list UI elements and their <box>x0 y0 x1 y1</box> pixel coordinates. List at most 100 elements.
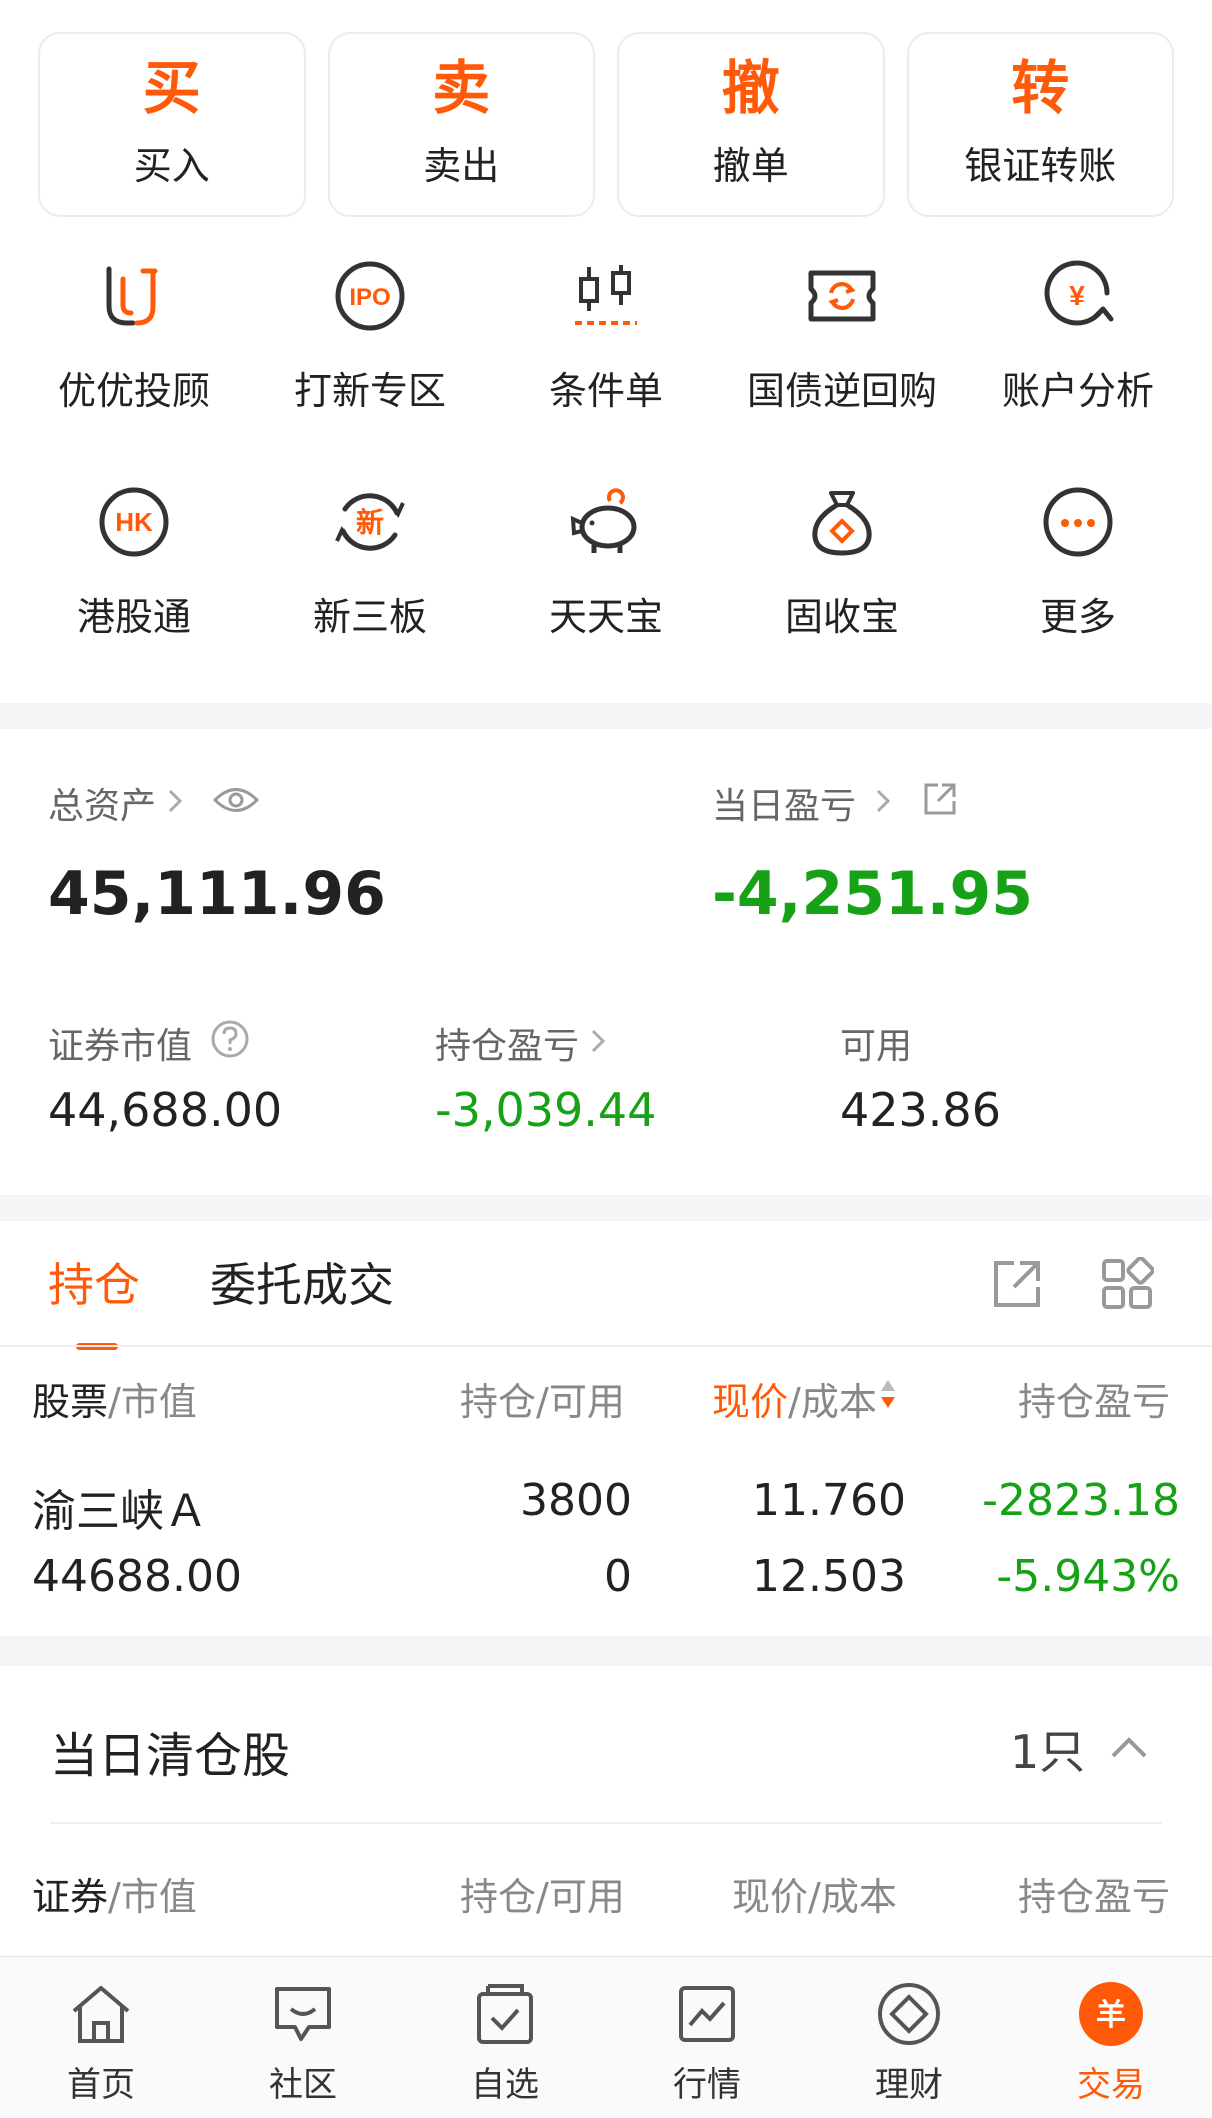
quick-actions-panel: 买 买入 卖 卖出 撤 撤单 转 银证转账 优优投顾 IPO 打新专区 条件单 … <box>0 0 1212 703</box>
nav-community[interactable]: 社区 <box>202 1957 404 2118</box>
nav-watchlist[interactable]: 自选 <box>404 1957 606 2118</box>
feature-tiantianbao[interactable]: 天天宝 <box>488 482 724 641</box>
position-pl-pct: -5.943% <box>996 1551 1180 1602</box>
hk-text: HK <box>115 507 153 537</box>
feature-account-analysis[interactable]: ¥ 账户分析 <box>960 256 1196 415</box>
nav-label: 行情 <box>673 2065 741 2105</box>
nav-trade[interactable]: 羊 交易 <box>1010 1957 1212 2118</box>
nav-home[interactable]: 首页 <box>0 1957 202 2118</box>
cancel-label: 撤单 <box>712 144 789 188</box>
chevron-right-icon <box>589 1023 607 1064</box>
cleared-col-pl-main: 持仓盈亏 <box>1018 1875 1171 1919</box>
cancel-glyph: 撤 <box>721 54 780 122</box>
cleared-today-panel: 当日清仓股 1只 证券/市值 持仓/可用 现价/成本 持仓盈亏 <box>0 1666 1212 1956</box>
col-position-main: 持仓 <box>460 1380 537 1424</box>
position-pl-link[interactable]: 持仓盈亏 <box>435 1017 607 1069</box>
position-pl: -2823.18 <box>982 1475 1180 1526</box>
feature-label: 新三板 <box>312 595 427 639</box>
tab-orders-trades[interactable]: 委托成交 <box>210 1249 394 1315</box>
bottom-nav: 首页 社区 自选 行情 理财 羊 交易 <box>0 1956 1212 2118</box>
feature-ipo[interactable]: IPO 打新专区 <box>252 256 488 415</box>
feature-hk-connect[interactable]: HK 港股通 <box>16 482 252 641</box>
cleared-title: 当日清仓股 <box>50 1728 291 1784</box>
chevron-up-icon <box>1109 1734 1149 1764</box>
total-assets-value: 45,111.96 <box>48 859 386 929</box>
total-assets-label: 总资产 <box>48 786 157 827</box>
nav-market[interactable]: 行情 <box>606 1957 808 2118</box>
available-value: 423.86 <box>840 1083 1001 1137</box>
cleared-divider <box>50 1822 1162 1824</box>
col-position-header: 持仓/可用 <box>460 1371 625 1426</box>
trade-glyph: 羊 <box>1096 1998 1126 2033</box>
bank-transfer-button[interactable]: 转 银证转账 <box>906 32 1174 217</box>
position-pl-label: 持仓盈亏 <box>435 1026 580 1067</box>
wealth-icon <box>874 1979 944 2049</box>
feature-grid-row-2: HK 港股通 新 新三板 天天宝 固收宝 更多 <box>16 482 1196 641</box>
sort-icon <box>879 1376 897 1421</box>
home-icon <box>66 1979 136 2049</box>
share-icon[interactable] <box>920 779 960 828</box>
community-icon <box>268 1979 338 2049</box>
export-icon[interactable] <box>990 1257 1044 1315</box>
available-label: 可用 <box>840 1026 913 1067</box>
buy-label: 买入 <box>133 144 210 188</box>
repo-ticket-icon <box>802 256 882 336</box>
feature-label: 固收宝 <box>784 595 899 639</box>
cleared-col-position-main: 持仓 <box>460 1875 537 1919</box>
feature-label: 条件单 <box>548 369 663 413</box>
daily-pl-link[interactable]: 当日盈亏 <box>712 777 960 829</box>
ipo-icon: IPO <box>330 256 410 336</box>
tab-positions[interactable]: 持仓 <box>48 1249 140 1315</box>
cleared-toggle[interactable]: 1只 <box>1010 1716 1149 1782</box>
feature-gushoubao[interactable]: 固收宝 <box>724 482 960 641</box>
sell-label: 卖出 <box>423 144 500 188</box>
nav-label: 社区 <box>269 2065 337 2105</box>
feature-label: 账户分析 <box>1001 369 1154 413</box>
cleared-col-stock-main: 证券 <box>32 1875 109 1919</box>
cleared-col-stock-sub: /市值 <box>108 1875 197 1919</box>
col-stock-header: 股票/市值 <box>32 1371 197 1426</box>
hk-icon: HK <box>94 482 174 562</box>
feature-label: 更多 <box>1039 595 1116 639</box>
market-value-label: 证券市值 <box>48 1026 193 1067</box>
nav-label: 交易 <box>1077 2065 1145 2105</box>
col-price-header[interactable]: 现价/成本 <box>712 1371 897 1426</box>
u-logo-icon <box>94 256 174 336</box>
cleared-col-stock: 证券/市值 <box>32 1866 197 1921</box>
eye-icon[interactable] <box>212 783 260 824</box>
col-price-main: 现价 <box>712 1380 789 1424</box>
nav-wealth[interactable]: 理财 <box>808 1957 1010 2118</box>
feature-new-third-board[interactable]: 新 新三板 <box>252 482 488 641</box>
feature-label: 优优投顾 <box>57 369 210 413</box>
nav-label: 首页 <box>67 2065 135 2105</box>
feature-more[interactable]: 更多 <box>960 482 1196 641</box>
position-pl-value: -3,039.44 <box>435 1083 657 1137</box>
holdings-panel: 持仓 委托成交 股票/市值 持仓/可用 现价/成本 持仓盈亏 渝三峡Ａ 4468… <box>0 1221 1212 1636</box>
daily-pl-label: 当日盈亏 <box>712 786 857 827</box>
available-qty: 0 <box>604 1551 632 1602</box>
candlestick-icon <box>566 256 646 336</box>
total-assets-link[interactable]: 总资产 <box>48 777 260 829</box>
stock-market-value: 44688.00 <box>32 1551 242 1602</box>
transfer-label: 银证转账 <box>964 144 1117 188</box>
buy-button[interactable]: 买 买入 <box>38 32 306 217</box>
col-stock-sub: /市值 <box>108 1380 197 1424</box>
transfer-glyph: 转 <box>1011 54 1070 122</box>
yuan-analysis-icon: ¥ <box>1038 256 1118 336</box>
feature-grid-row-1: 优优投顾 IPO 打新专区 条件单 国债逆回购 ¥ 账户分析 <box>16 256 1196 415</box>
yuan-text: ¥ <box>1069 280 1085 311</box>
cleared-col-pl: 持仓盈亏 <box>1018 1866 1178 1921</box>
feature-label: 国债逆回购 <box>746 369 937 413</box>
cleared-col-position-sub: /可用 <box>536 1875 625 1919</box>
sell-button[interactable]: 卖 卖出 <box>327 32 595 217</box>
current-price: 11.760 <box>752 1475 906 1526</box>
grid-view-icon[interactable] <box>1100 1256 1155 1315</box>
feature-conditional-order[interactable]: 条件单 <box>488 256 724 415</box>
cancel-order-button[interactable]: 撤 撤单 <box>617 32 885 217</box>
feature-label: 港股通 <box>76 595 191 639</box>
feature-reverse-repo[interactable]: 国债逆回购 <box>724 256 960 415</box>
help-icon[interactable] <box>210 1019 250 1068</box>
cleared-col-position: 持仓/可用 <box>460 1866 625 1921</box>
feature-advisor[interactable]: 优优投顾 <box>16 256 252 415</box>
position-qty: 3800 <box>520 1475 632 1526</box>
